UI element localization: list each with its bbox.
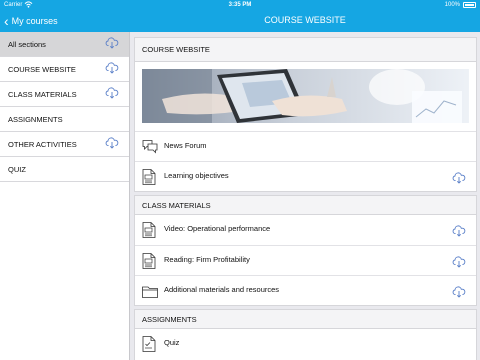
activity-label: News Forum: [164, 141, 207, 150]
status-bar: Carrier 3:35 PM 100%: [0, 0, 480, 10]
activity-row-additional-materials[interactable]: Additional materials and resources: [135, 275, 476, 305]
battery-percentage: 100%: [444, 2, 460, 8]
document-icon: [142, 169, 156, 190]
activity-label: Reading: Firm Profitability: [164, 255, 250, 264]
back-button-label: My courses: [11, 16, 58, 26]
section-title: ASSIGNMENTS: [142, 314, 197, 324]
section-assignments: ASSIGNMENTS Quiz: [134, 309, 477, 360]
back-button[interactable]: ‹ My courses: [4, 13, 58, 29]
cloud-download-icon[interactable]: [105, 62, 119, 76]
sidebar-item-label: ASSIGNMENTS: [8, 114, 63, 124]
sidebar-item-label: OTHER ACTIVITIES: [8, 139, 77, 149]
cloud-download-icon[interactable]: [452, 171, 466, 189]
activity-row-video-operational-performance[interactable]: Video: Operational performance: [135, 215, 476, 245]
status-time: 3:35 PM: [228, 2, 252, 8]
course-content: COURSE WEBSITE News Forum Learning objec…: [131, 32, 480, 360]
cloud-download-icon[interactable]: [105, 37, 119, 51]
cloud-download-icon[interactable]: [105, 87, 119, 101]
activity-label: Additional materials and resources: [164, 285, 280, 294]
forum-icon: [142, 139, 158, 159]
sidebar-item-other-activities[interactable]: OTHER ACTIVITIES: [0, 132, 129, 157]
sections-sidebar: All sections COURSE WEBSITE CLASS MATERI…: [0, 32, 130, 360]
activity-row-quiz[interactable]: Quiz: [135, 329, 476, 359]
sidebar-item-class-materials[interactable]: CLASS MATERIALS: [0, 82, 129, 107]
page-title: COURSE WEBSITE: [264, 15, 346, 25]
activity-row-reading-firm-profitability[interactable]: Reading: Firm Profitability: [135, 245, 476, 275]
cloud-download-icon[interactable]: [452, 285, 466, 303]
navigation-bar: Carrier 3:35 PM 100% ‹ My courses COURSE…: [0, 0, 480, 32]
cloud-download-icon[interactable]: [452, 224, 466, 242]
activity-row-news-forum[interactable]: News Forum: [135, 131, 476, 161]
document-icon: [142, 253, 156, 274]
sidebar-item-label: COURSE WEBSITE: [8, 64, 76, 74]
section-header: COURSE WEBSITE: [135, 38, 476, 62]
document-icon: [142, 222, 156, 243]
chevron-left-icon: ‹: [4, 13, 9, 29]
battery-icon: [463, 2, 476, 8]
course-banner-image: [142, 69, 469, 123]
section-class-materials: CLASS MATERIALS Video: Operational perfo…: [134, 195, 477, 306]
activity-row-learning-objectives[interactable]: Learning objectives: [135, 161, 476, 191]
section-title: CLASS MATERIALS: [142, 200, 211, 210]
activity-label: Quiz: [164, 338, 180, 347]
section-title: COURSE WEBSITE: [142, 45, 210, 54]
cloud-download-icon[interactable]: [105, 137, 119, 151]
sidebar-item-assignments[interactable]: ASSIGNMENTS: [0, 107, 129, 132]
activity-label: Learning objectives: [164, 171, 229, 180]
sidebar-item-label: All sections: [8, 39, 46, 49]
section-header: CLASS MATERIALS: [135, 196, 476, 215]
activity-label: Video: Operational performance: [164, 224, 271, 233]
cloud-download-icon[interactable]: [452, 255, 466, 273]
section-header: ASSIGNMENTS: [135, 310, 476, 329]
sidebar-item-label: CLASS MATERIALS: [8, 89, 77, 99]
sidebar-item-all-sections[interactable]: All sections: [0, 32, 129, 57]
sidebar-item-quiz[interactable]: QUIZ: [0, 157, 129, 182]
sidebar-item-course-website[interactable]: COURSE WEBSITE: [0, 57, 129, 82]
folder-icon: [142, 285, 158, 303]
quiz-icon: [142, 336, 156, 357]
sidebar-item-label: QUIZ: [8, 164, 26, 174]
section-course-website: COURSE WEBSITE News Forum Learning objec…: [134, 37, 477, 192]
